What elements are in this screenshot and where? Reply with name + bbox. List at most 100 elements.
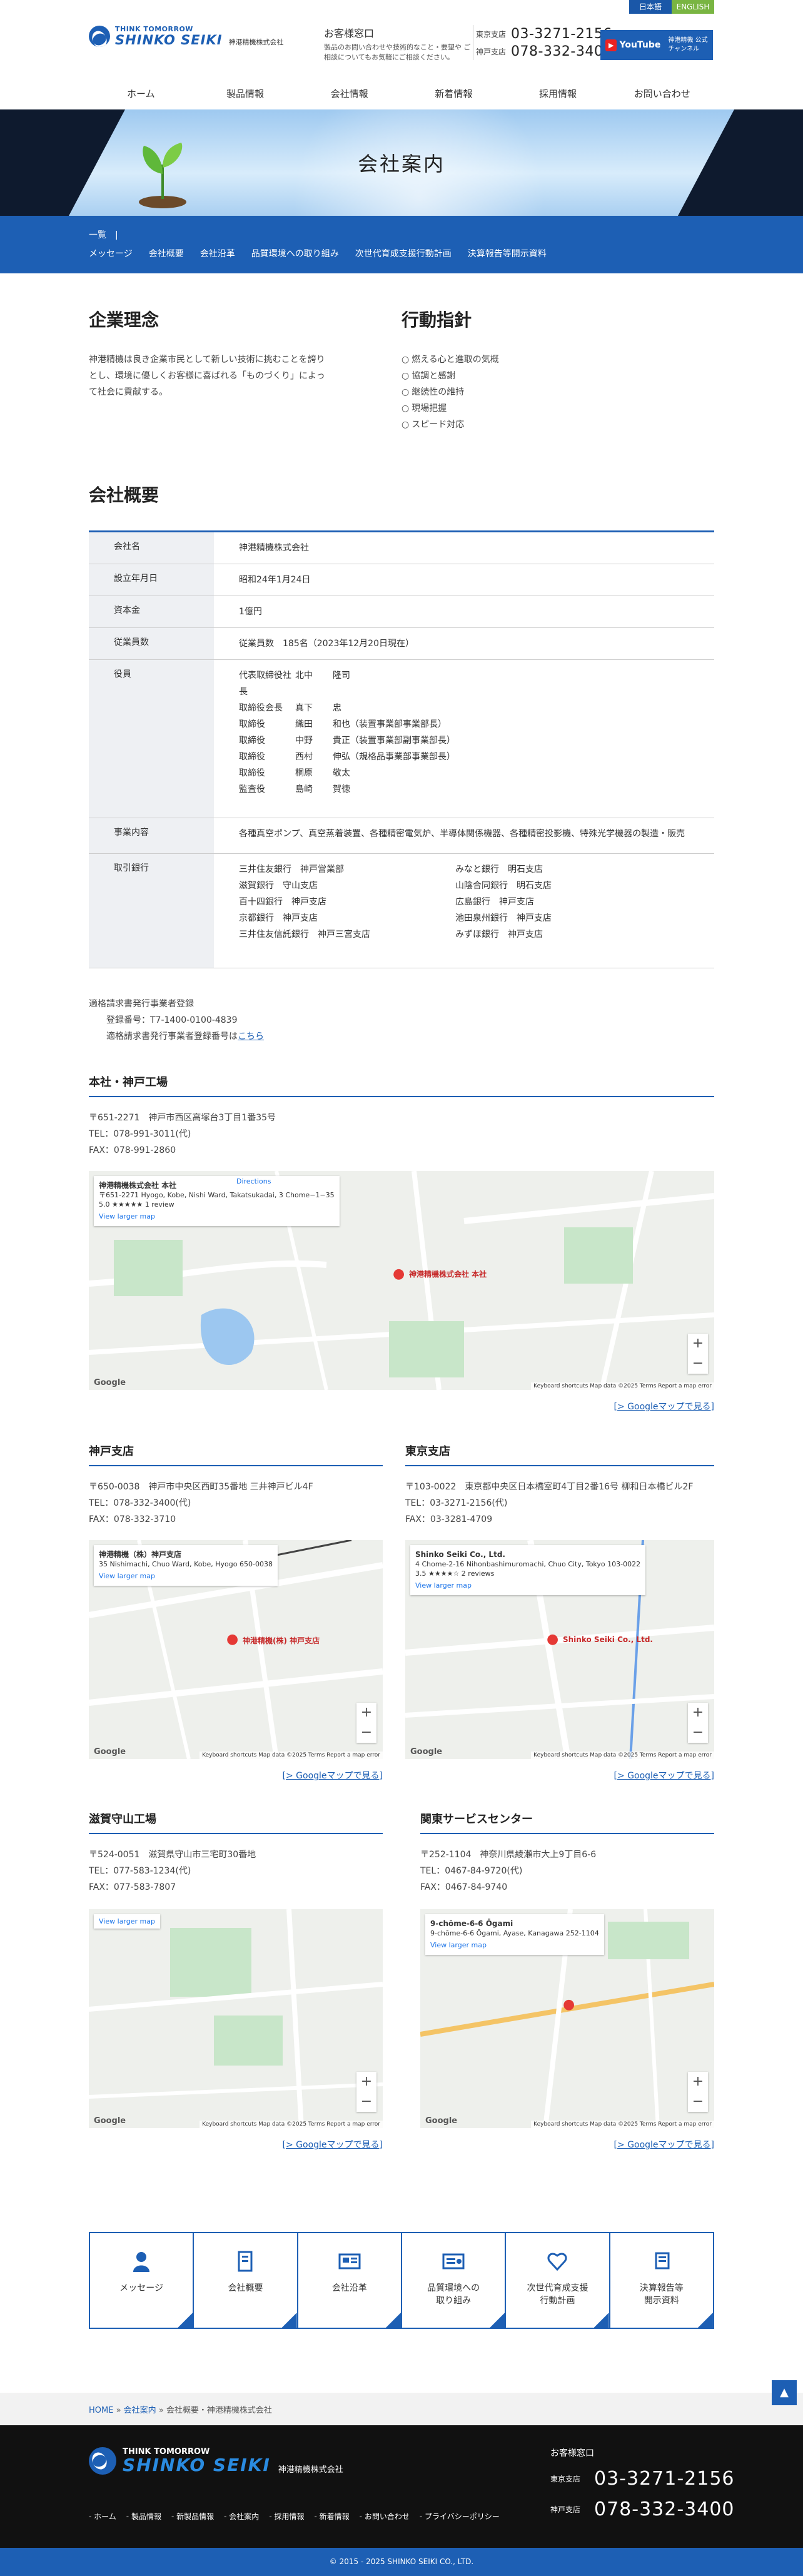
shiga-google-map-link[interactable]: [> Googleマップで見る] <box>195 2138 383 2151</box>
nav-news[interactable]: 新着情報 <box>402 81 506 106</box>
chevron-right-icon <box>281 2313 297 2328</box>
footer-kobe-phone[interactable]: 078-332-3400 <box>594 2498 735 2520</box>
officers-list: 代表取締役社長 北中 隆司 取締役会長 真下忠 取締役 織田 和也（装置事業部事業部長） … <box>239 671 455 794</box>
subnav-financial[interactable]: 決算報告等開示資料 <box>468 247 547 260</box>
tokyo-site: 東京支店 〒103-0022 東京都中央区日本橋室町4丁目2番16号 柳和日本橋… <box>405 1443 714 1528</box>
tokyo-phone[interactable]: 03-3271-2156 <box>511 26 612 42</box>
card-history[interactable]: 会社沿革 <box>298 2233 402 2328</box>
map-view-larger-link[interactable]: View larger map <box>415 1581 640 1590</box>
subnav-history[interactable]: 会社沿革 <box>200 247 235 260</box>
list-item: 協調と感謝 <box>402 368 702 384</box>
logo-mark-icon <box>89 2447 116 2475</box>
kobe-map[interactable]: 神港精機（株）神戸支店 35 Nishimachi, Chuo Ward, Ko… <box>89 1540 383 1759</box>
contact-description: 製品のお問い合わせや技術的なこと・要望や ご相談についてもお気軽にご相談ください… <box>324 43 471 61</box>
table-row: 設立年月日 昭和24年1月24日 <box>89 564 714 596</box>
card-next-gen[interactable]: 次世代育成支援 行動計画 <box>506 2233 610 2328</box>
map-zoom-control[interactable]: + − <box>688 1703 708 1743</box>
footer-contact: お客様窓口 東京支店 03-3271-2156 神戸支店 078-332-340… <box>550 2448 735 2520</box>
company-card-nav: メッセージ 会社概要 会社沿革 品質環境への 取り組み 次世代育成支援 行動計画… <box>89 2232 714 2329</box>
footer-tokyo-phone[interactable]: 03-3271-2156 <box>594 2468 735 2490</box>
list-item: 継続性の維持 <box>402 384 702 400</box>
map-pin-icon: ● <box>547 1631 559 1647</box>
tokyo-map[interactable]: Shinko Seiki Co., Ltd. 4 Chome-2-16 Niho… <box>405 1540 714 1759</box>
chevron-right-icon <box>490 2313 505 2328</box>
hq-map[interactable]: 神港精機株式会社 本社 〒651-2271 Hyogo, Kobe, Nishi… <box>89 1171 714 1390</box>
map-zoom-control[interactable]: + − <box>688 2072 708 2112</box>
nav-contact[interactable]: お問い合わせ <box>610 81 714 106</box>
lang-japanese-button[interactable]: 日本語 <box>629 0 672 14</box>
conduct-list: 燃える心と進取の気概 協調と感謝 継続性の維持 現場把握 スピード対応 <box>402 352 702 433</box>
list-item: 燃える心と進取の気概 <box>402 352 702 368</box>
chevron-right-icon <box>697 2313 713 2328</box>
invoice-info: 適格請求書発行事業者登録 登録番号：T7-1400-0100-4839 適格請求… <box>89 999 264 1042</box>
logo-company-name: 神港精機株式会社 <box>228 38 284 46</box>
nav-products[interactable]: 製品情報 <box>193 81 298 106</box>
footer-nav: ホーム 製品情報 新製品情報 会社案内 採用情報 新着情報 お問い合わせ プライ… <box>89 2511 510 2522</box>
site-logo[interactable]: THINK TOMORROW SHINKO SEIKI 神港精機株式会社 <box>89 25 284 47</box>
subnav-list-link[interactable]: 一覧 | <box>89 228 118 241</box>
list-item: スピード対応 <box>402 417 702 433</box>
back-to-top-button[interactable]: ▲ <box>772 2380 797 2405</box>
map-zoom-control[interactable]: + − <box>356 1703 376 1743</box>
kanto-google-map-link[interactable]: [> Googleマップで見る] <box>527 2138 714 2151</box>
newspaper-icon <box>338 2253 361 2269</box>
map-view-larger-link[interactable]: View larger map <box>430 1940 599 1950</box>
footer-logo[interactable]: THINK TOMORROW SHINKO SEIKI 神港精機株式会社 <box>89 2447 343 2475</box>
kanto-map[interactable]: 9-chōme-6-6 Ōgami 9-chōme-6-6 Ōgami, Aya… <box>420 1909 714 2128</box>
kobe-label: 神戸支店 <box>476 47 507 56</box>
building-icon <box>238 2251 253 2272</box>
hq-google-map-link[interactable]: [> Googleマップで見る] <box>527 1400 714 1412</box>
banks-list: 三井住友銀行 神戸営業部 みなと銀行 明石支店 滋賀銀行 守山支店 山陰合同銀行 明… <box>239 865 552 940</box>
nav-company[interactable]: 会社情報 <box>297 81 402 106</box>
kobe-google-map-link[interactable]: [> Googleマップで見る] <box>195 1769 383 1782</box>
map-zoom-control[interactable]: + − <box>688 1334 708 1374</box>
footer-nav-privacy[interactable]: プライバシーポリシー <box>420 2511 500 2522</box>
table-row: 従業員数 従業員数 185名（2023年12月20日現在） <box>89 628 714 660</box>
card-message[interactable]: メッセージ <box>90 2233 194 2328</box>
footer-nav-news[interactable]: 新着情報 <box>314 2511 350 2522</box>
footer-nav-recruit[interactable]: 採用情報 <box>269 2511 304 2522</box>
card-quality[interactable]: 品質環境への 取り組み <box>402 2233 507 2328</box>
subnav-next-gen[interactable]: 次世代育成支援行動計画 <box>355 247 452 260</box>
book-icon <box>655 2252 670 2269</box>
footer-nav-company[interactable]: 会社案内 <box>224 2511 259 2522</box>
table-row: 役員 代表取締役社長 北中 隆司 取締役会長 真下忠 取締役 織田 和也（装置事業部事業部… <box>89 660 714 818</box>
breadcrumb: HOME » 会社案内 » 会社概要・神港精機株式会社 <box>89 2406 272 2415</box>
person-icon <box>133 2252 150 2272</box>
breadcrumb-home[interactable]: HOME <box>89 2406 113 2415</box>
map-info-card: 神港精機（株）神戸支店 35 Nishimachi, Chuo Ward, Ko… <box>94 1545 278 1586</box>
card-financial[interactable]: 決算報告等 開示資料 <box>610 2233 713 2328</box>
directions-link[interactable]: Directions <box>236 1177 271 1185</box>
youtube-channel-button[interactable]: ▶ YouTube 神港精機 公式チャンネル <box>600 30 713 60</box>
invoice-link[interactable]: こちら <box>238 1032 264 1042</box>
header-phones: 東京支店 03-3271-2156 神戸支店 078-332-3400 <box>473 25 612 60</box>
site-footer: THINK TOMORROW SHINKO SEIKI 神港精機株式会社 ホーム… <box>0 2425 803 2548</box>
nav-home[interactable]: ホーム <box>89 81 193 106</box>
map-info-card: Shinko Seiki Co., Ltd. 4 Chome-2-16 Niho… <box>410 1545 646 1595</box>
table-row: 取引銀行 三井住友銀行 神戸営業部 みなと銀行 明石支店 滋賀銀行 守山支店 山陰合… <box>89 854 714 968</box>
subnav-message[interactable]: メッセージ <box>89 247 133 260</box>
subnav-overview[interactable]: 会社概要 <box>149 247 184 260</box>
chevron-right-icon <box>178 2313 193 2328</box>
lang-english-button[interactable]: ENGLISH <box>672 0 714 14</box>
nav-recruit[interactable]: 採用情報 <box>506 81 610 106</box>
map-pin-icon: ● <box>563 1997 575 2012</box>
footer-nav-products[interactable]: 製品情報 <box>126 2511 161 2522</box>
breadcrumb-company[interactable]: 会社案内 <box>124 2406 156 2415</box>
kobe-phone[interactable]: 078-332-3400 <box>511 44 612 59</box>
shiga-site: 滋賀守山工場 〒524-0051 滋賀県守山市三宅町30番地 TEL：077-5… <box>89 1810 383 1895</box>
map-pin-icon: ● <box>393 1266 405 1282</box>
map-pin-icon: ● <box>226 1631 239 1647</box>
map-zoom-control[interactable]: + − <box>356 2072 376 2112</box>
card-overview[interactable]: 会社概要 <box>194 2233 298 2328</box>
footer-nav-contact[interactable]: お問い合わせ <box>360 2511 410 2522</box>
footer-nav-new-products[interactable]: 新製品情報 <box>171 2511 214 2522</box>
footer-nav-home[interactable]: ホーム <box>89 2511 116 2522</box>
map-view-larger-link[interactable]: View larger map <box>99 1212 335 1221</box>
map-view-larger-link[interactable]: View larger map <box>99 1571 273 1581</box>
tokyo-google-map-link[interactable]: [> Googleマップで見る] <box>527 1769 714 1782</box>
map-view-larger-link[interactable]: View larger map <box>99 1917 155 1926</box>
overview-title: 会社概要 <box>89 485 159 505</box>
shiga-map[interactable]: View larger map + − Google Keyboard short… <box>89 1909 383 2128</box>
subnav-quality[interactable]: 品質環境への取り組み <box>251 247 339 260</box>
